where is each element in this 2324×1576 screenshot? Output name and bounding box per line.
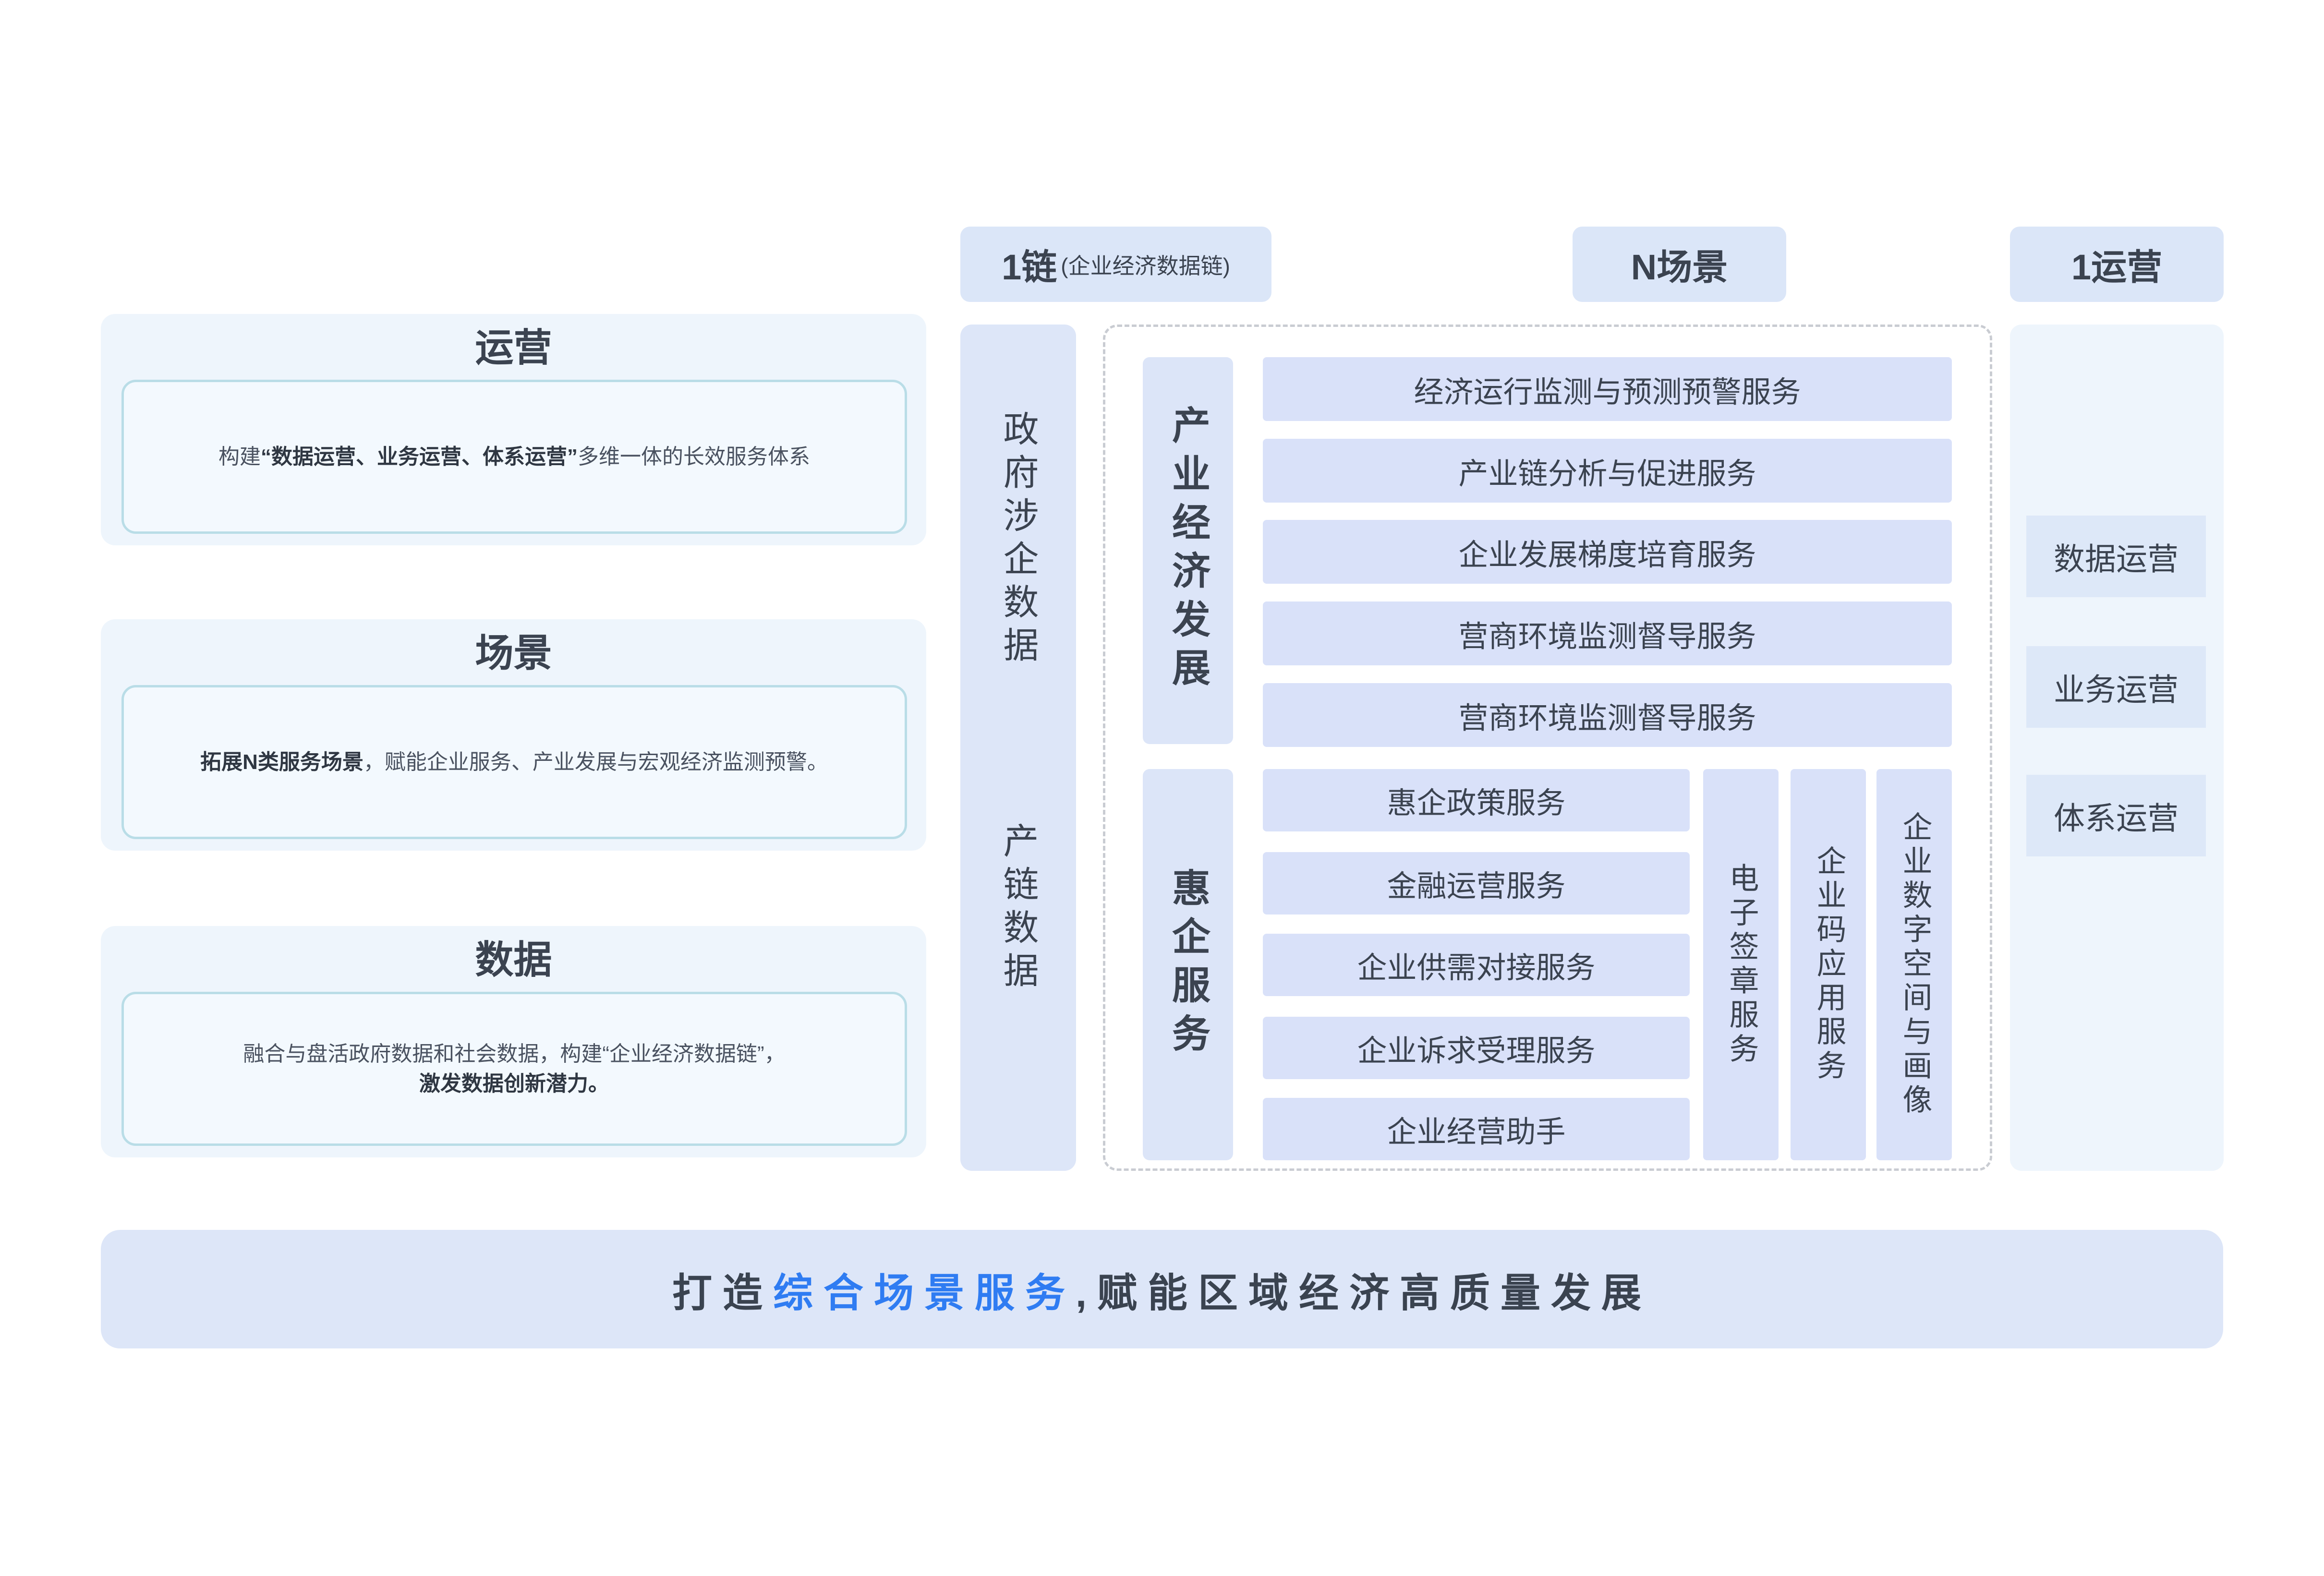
pillar-scene: 场景 拓展N类服务场景，赋能企业服务、产业发展与宏观经济监测预警。 [101,619,926,851]
pillar-operation: 运营 构建“数据运营、业务运营、体系运营”多维一体的长效服务体系 [101,314,926,545]
pillar-data: 数据 融合与盘活政府数据和社会数据，构建“企业经济数据链”， 激发数据创新潜力。 [101,926,926,1157]
pillar-operation-text-suffix: 多维一体的长效服务体系 [578,445,810,469]
scenario-label-enterprise-text: 惠企服务 [1167,867,1210,1062]
header-chain-sub: (企业经济数据链) [1061,253,1230,278]
operation-item-business: 业务运营 [2026,646,2206,728]
scenario-label-enterprise: 惠企服务 [1143,769,1233,1160]
pillar-operation-title: 运营 [475,326,552,369]
banner-prefix: 打造 [672,1270,773,1315]
operations-column [2010,325,2224,1171]
scenario-enterprise-item: 企业供需对接服务 [1263,934,1690,996]
scenario-industry-item: 经济运行监测与预测预警服务 [1263,357,1952,421]
pillar-scene-title: 场景 [475,632,552,674]
banner-highlight: 综合场景服务 [773,1270,1076,1315]
pillar-data-line2: 激发数据创新潜力。 [419,1071,609,1095]
scenario-vertical-esign-text: 电子签章服务 [1724,862,1758,1067]
scenario-enterprise-item: 企业诉求受理服务 [1263,1017,1690,1079]
scenario-vertical-enterprise-code-text: 企业码应用服务 [1812,845,1845,1084]
pillar-operation-description: 构建“数据运营、业务运营、体系运营”多维一体的长效服务体系 [121,380,907,534]
header-chain-main: 1链 [1002,247,1057,287]
scenario-industry-item: 产业链分析与促进服务 [1263,439,1952,503]
scenario-vertical-digital-space-text: 企业数字空间与画像 [1898,811,1931,1118]
scenario-industry-item: 企业发展梯度培育服务 [1263,520,1952,584]
data-group-industry-chain: 产链数据 [998,822,1038,995]
header-operation: 1运营 [2010,227,2224,302]
pillar-operation-text: 构建“数据运营、业务运营、体系运营”多维一体的长效服务体系 [218,442,810,472]
pillar-operation-text-prefix: 构建 [218,445,261,469]
banner-suffix: ,赋能区域经济高质量发展 [1075,1270,1652,1315]
summary-banner: 打造 综合场景服务 ,赋能区域经济高质量发展 [101,1230,2223,1348]
header-chain: 1链 (企业经济数据链) [960,227,1271,302]
scenario-enterprise-item: 金融运营服务 [1263,852,1690,914]
pillar-operation-text-bold: “数据运营、业务运营、体系运营” [261,445,578,469]
scenario-industry-item: 营商环境监测督导服务 [1263,683,1952,747]
data-group-government: 政府涉企数据 [998,410,1038,670]
scenario-label-industry: 产业经济发展 [1143,357,1233,744]
pillar-scene-text: 拓展N类服务场景，赋能企业服务、产业发展与宏观经济监测预警。 [200,747,828,777]
scenario-vertical-enterprise-code: 企业码应用服务 [1791,769,1866,1160]
operation-item-system: 体系运营 [2026,775,2206,856]
scenario-enterprise-item: 惠企政策服务 [1263,769,1690,831]
scenario-label-industry-text: 产业经济发展 [1167,405,1210,696]
scenario-industry-item: 营商环境监测督导服务 [1263,602,1952,665]
pillar-data-line1: 融合与盘活政府数据和社会数据，构建“企业经济数据链”， [243,1042,786,1066]
pillar-scene-text-bold: 拓展N类服务场景 [200,750,363,774]
data-column: 政府涉企数据 产链数据 [960,325,1076,1171]
operation-item-data: 数据运营 [2026,516,2206,597]
pillar-data-title: 数据 [475,938,552,981]
scenario-enterprise-item: 企业经营助手 [1263,1098,1690,1160]
pillar-data-description: 融合与盘活政府数据和社会数据，构建“企业经济数据链”， 激发数据创新潜力。 [121,992,907,1146]
scenario-vertical-digital-space: 企业数字空间与画像 [1876,769,1952,1160]
pillar-scene-text-suffix: ，赋能企业服务、产业发展与宏观经济监测预警。 [363,750,828,774]
pillar-scene-description: 拓展N类服务场景，赋能企业服务、产业发展与宏观经济监测预警。 [121,685,907,839]
header-scenes: N场景 [1573,227,1786,302]
scenario-vertical-esign: 电子签章服务 [1703,769,1779,1160]
